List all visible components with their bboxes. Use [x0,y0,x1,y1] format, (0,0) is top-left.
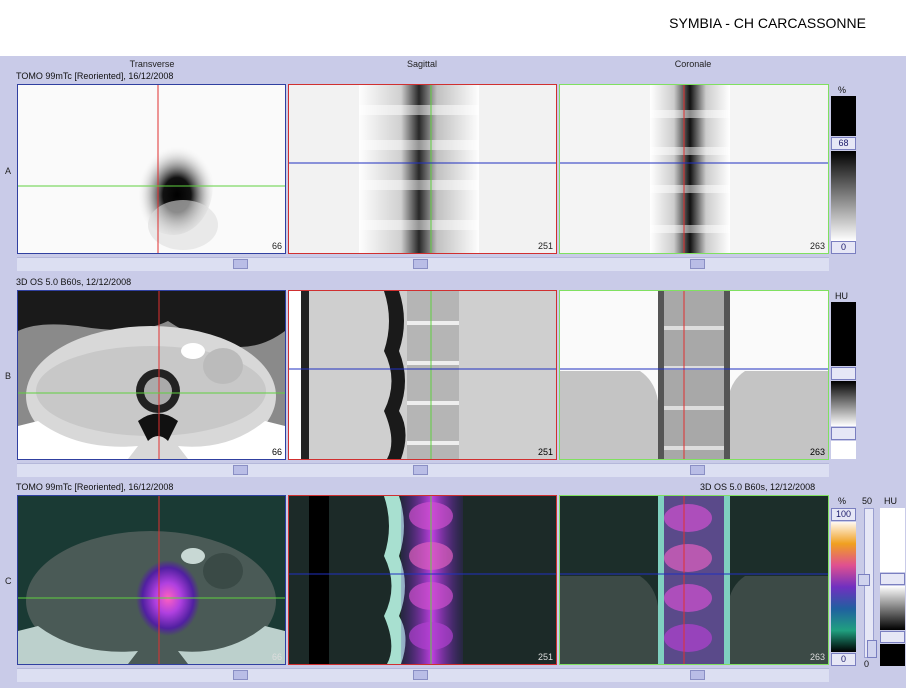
row-c-sagittal-slider[interactable] [413,670,428,680]
row-c-transverse-fusion-view[interactable]: 66 [17,495,286,665]
fusion-ct-lower-handle[interactable] [880,631,905,643]
row-b-coronal-view[interactable]: 263 [559,290,829,460]
nm-scale-max[interactable]: 68 [831,137,856,150]
column-title-sagittal: Sagittal [406,59,438,69]
row-c-letter: C [5,576,12,586]
row-c-sagittal-slice-number: 251 [537,652,553,662]
report-header: SYMBIA - CH CARCASSONNE [0,0,906,56]
fusion-blend-min: 0 [864,659,870,669]
row-c-series-label: TOMO 99mTc [Reoriented], 16/12/2008 [16,482,174,492]
ct-scale-bottom [831,441,856,459]
ct-window-lower-handle[interactable] [831,427,856,440]
row-b-coronal-slider[interactable] [690,465,705,475]
fusion-colorbar [831,522,856,652]
row-c-coronal-slider[interactable] [690,670,705,680]
ct-scale-unit: HU [835,291,848,301]
row-b-series-label: 3D OS 5.0 B60s, 12/12/2008 [16,277,132,287]
row-c-series-label-right: 3D OS 5.0 B60s, 12/12/2008 [700,482,816,492]
fusion-scale-unit: % [838,496,847,506]
ct-colorbar [831,381,856,426]
row-b-sagittal-slider[interactable] [413,465,428,475]
nm-scale-top [831,96,856,136]
column-title-coronal: Coronale [674,59,712,69]
fusion-blend-slider[interactable] [858,574,870,586]
row-a-letter: A [5,166,12,176]
row-a-coronal-slider[interactable] [690,259,705,269]
row-b-sagittal-view[interactable]: 251 [288,290,557,460]
column-title-transverse: Transverse [129,59,175,69]
viewer-workspace: Transverse Sagittal Coronale TOMO 99mTc … [0,56,906,688]
row-a-sagittal-slider[interactable] [413,259,428,269]
fusion-scale-min[interactable]: 0 [831,653,856,666]
row-b-transverse-slice-number: 66 [271,447,282,457]
row-b-transverse-slider[interactable] [233,465,248,475]
row-a-transverse-slice-number: 66 [271,241,282,251]
row-c-coronal-fusion-view[interactable]: 263 [559,495,829,665]
row-a-coronal-view[interactable]: 263 [559,84,829,254]
institution-title: SYMBIA - CH CARCASSONNE [669,15,866,31]
fusion-ct-bottom [880,644,905,666]
row-b-coronal-slice-number: 263 [809,447,825,457]
fusion-blend-value: 50 [862,496,873,506]
nm-scale-unit: % [838,85,847,95]
row-c-transverse-slider[interactable] [233,670,248,680]
row-a-transverse-slider[interactable] [233,259,248,269]
fusion-ct-upper-handle[interactable] [880,573,905,585]
fusion-blend-lower-handle[interactable] [867,640,877,658]
row-a-transverse-view[interactable]: 66 [17,84,286,254]
row-c-sagittal-fusion-view[interactable]: 251 [288,495,557,665]
row-a-sagittal-slice-number: 251 [537,241,553,251]
fusion-ct-top [880,508,905,572]
row-a-series-label: TOMO 99mTc [Reoriented], 16/12/2008 [16,71,174,81]
fusion-ct-colorbar [880,586,905,630]
row-c-coronal-slice-number: 263 [809,652,825,662]
row-b-sagittal-slice-number: 251 [537,447,553,457]
fusion-scale-max[interactable]: 100 [831,508,856,521]
nm-colorbar [831,151,856,241]
row-b-transverse-view[interactable]: 66 [17,290,286,460]
row-a-sagittal-view[interactable]: 251 [288,84,557,254]
ct-window-upper-handle[interactable] [831,367,856,380]
row-a-coronal-slice-number: 263 [809,241,825,251]
nm-scale-min[interactable]: 0 [831,241,856,254]
fusion-ct-unit: HU [884,496,897,506]
row-b-letter: B [5,371,12,381]
ct-scale-top [831,302,856,366]
row-c-transverse-slice-number: 66 [271,652,282,662]
